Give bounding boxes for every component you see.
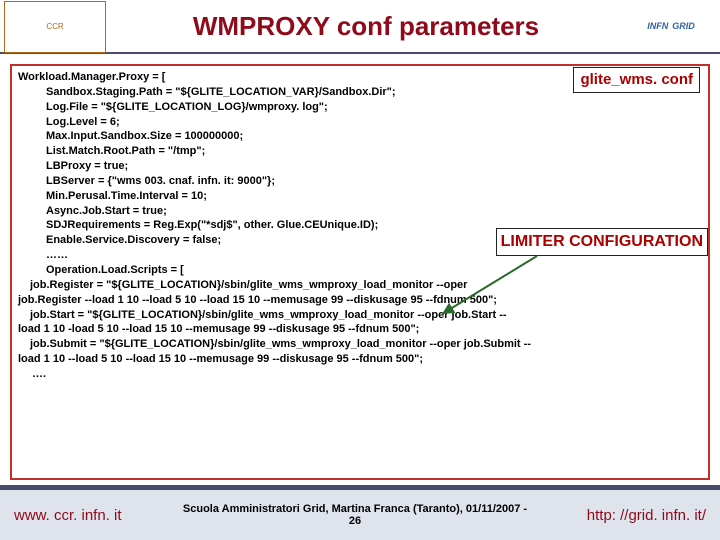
cfg-line: LBServer = {"wms 003. cnaf. infn. it: 90… (18, 174, 702, 189)
cfg-line: job.Submit = "${GLITE_LOCATION}/sbin/gli… (18, 337, 702, 352)
footer-right-url: http: //grid. infn. it/ (546, 507, 720, 524)
footer-caption: Scuola Amministratori Grid, Martina Fran… (183, 503, 527, 515)
cfg-line: Async.Job.Start = true; (18, 204, 702, 219)
cfg-line: Log.Level = 6; (18, 115, 702, 130)
footer-left-url: www. ccr. infn. it (0, 507, 164, 524)
config-box: glite_wms. conf LIMITER CONFIGURATION Wo… (10, 64, 710, 480)
filename-label: glite_wms. conf (573, 67, 700, 93)
cfg-line: load 1 10 -load 5 10 --load 15 10 --memu… (18, 323, 419, 335)
cfg-line: Workload.Manager.Proxy = [ (18, 71, 165, 83)
infn-grid-logo: INFN GRID (626, 2, 716, 50)
grid-text: GRID (672, 21, 695, 31)
cfg-line: …. (18, 367, 702, 382)
infn-text: INFN (647, 21, 668, 31)
ccr-logo: CCR (4, 1, 106, 53)
cfg-line: Log.File = "${GLITE_LOCATION_LOG}/wmprox… (18, 100, 702, 115)
footer-center: Scuola Amministratori Grid, Martina Fran… (164, 503, 546, 527)
cfg-line: Min.Perusal.Time.Interval = 10; (18, 189, 702, 204)
cfg-line: job.Start = "${GLITE_LOCATION}/sbin/glit… (18, 308, 702, 323)
cfg-line: Operation.Load.Scripts = [ (18, 263, 702, 278)
cfg-line: List.Match.Root.Path = "/tmp"; (18, 144, 702, 159)
cfg-line: Max.Input.Sandbox.Size = 100000000; (18, 129, 702, 144)
slide-number: 26 (349, 515, 361, 527)
slide-title: WMPROXY conf parameters (106, 11, 626, 42)
cfg-line: load 1 10 --load 5 10 --load 15 10 --mem… (18, 353, 423, 365)
slide-footer: www. ccr. infn. it Scuola Amministratori… (0, 485, 720, 540)
slide-header: CCR WMPROXY conf parameters INFN GRID (0, 0, 720, 54)
cfg-line: LBProxy = true; (18, 159, 702, 174)
cfg-line: job.Register = "${GLITE_LOCATION}/sbin/g… (18, 278, 702, 293)
cfg-line: job.Register --load 1 10 --load 5 10 --l… (18, 294, 497, 306)
limiter-label: LIMITER CONFIGURATION (496, 228, 708, 256)
